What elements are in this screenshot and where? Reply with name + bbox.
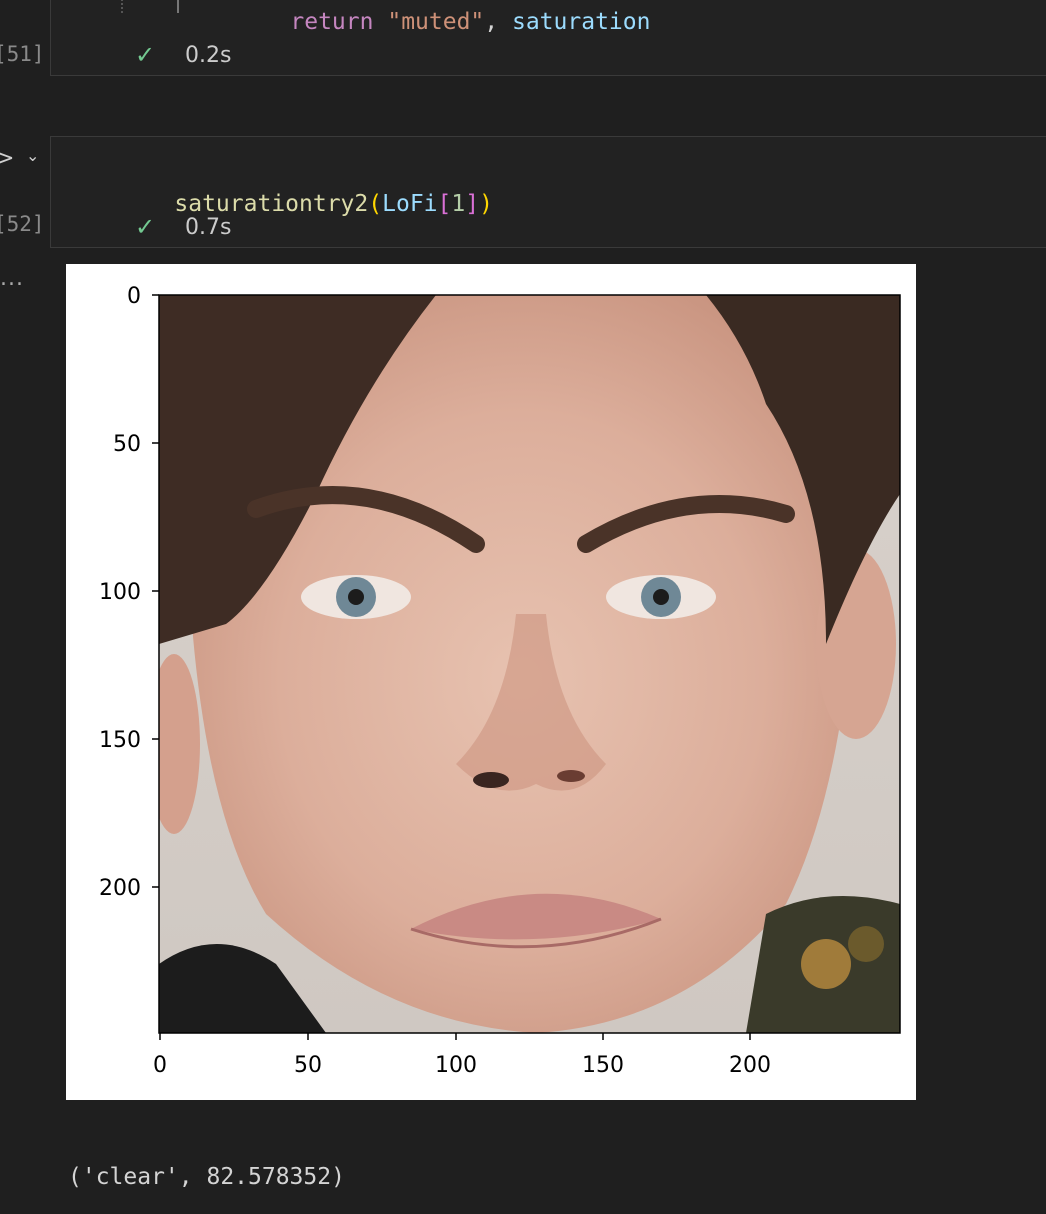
execution-count: [51] (0, 42, 45, 66)
execution-time: 0.7s (185, 215, 232, 240)
code-number: 1 (451, 191, 466, 217)
chevron-right-icon[interactable]: > (0, 146, 14, 171)
y-tick-label: 100 (99, 580, 141, 605)
x-tick-label: 150 (582, 1053, 624, 1078)
face-image (159, 295, 900, 1033)
y-tick-label: 50 (113, 432, 141, 457)
code-line[interactable]: saturationtry2(LoFi[1]) (119, 165, 493, 243)
check-icon: ✓ (135, 41, 156, 69)
y-axis: 0 50 100 150 200 (99, 284, 159, 901)
code-function: saturationtry2 (174, 191, 369, 217)
x-tick-label: 0 (153, 1053, 167, 1078)
code-cell-51[interactable]: return "muted", saturation ✓ 0.2s (50, 0, 1046, 76)
code-paren-open: ( (368, 191, 383, 217)
plot-svg: 0 50 100 150 200 0 50 100 150 200 (99, 284, 901, 1078)
y-tick-label: 150 (99, 728, 141, 753)
x-tick-label: 50 (294, 1053, 322, 1078)
code-line[interactable]: return "muted", saturation (235, 0, 650, 61)
code-bracket-close: ] (465, 191, 480, 217)
x-tick-label: 200 (729, 1053, 771, 1078)
execution-time: 0.2s (185, 43, 232, 68)
chevron-down-icon[interactable]: ⌄ (26, 146, 39, 165)
code-cell-52[interactable]: saturationtry2(LoFi[1]) ✓ 0.7s (50, 136, 1046, 248)
execution-count: [52] (0, 212, 45, 236)
code-variable: saturation (511, 9, 651, 35)
code-separator: , (484, 9, 512, 35)
indent-guide (121, 0, 123, 13)
x-axis: 0 50 100 150 200 (153, 1033, 771, 1078)
y-tick-label: 0 (127, 284, 141, 309)
plot-figure: 0 50 100 150 200 0 50 100 150 200 (66, 264, 916, 1100)
y-tick-label: 200 (99, 876, 141, 901)
check-icon: ✓ (135, 213, 156, 241)
code-variable: LoFi (382, 191, 438, 217)
code-string: "muted" (387, 9, 485, 35)
indent-guide-active (177, 0, 179, 13)
code-bracket-open: [ (437, 191, 452, 217)
x-tick-label: 100 (435, 1053, 477, 1078)
output-text: ('clear', 82.578352) (68, 1164, 345, 1190)
code-keyword: return (290, 9, 374, 35)
code-paren-close: ) (479, 191, 493, 217)
output-menu-ellipsis[interactable]: ... (0, 266, 24, 291)
